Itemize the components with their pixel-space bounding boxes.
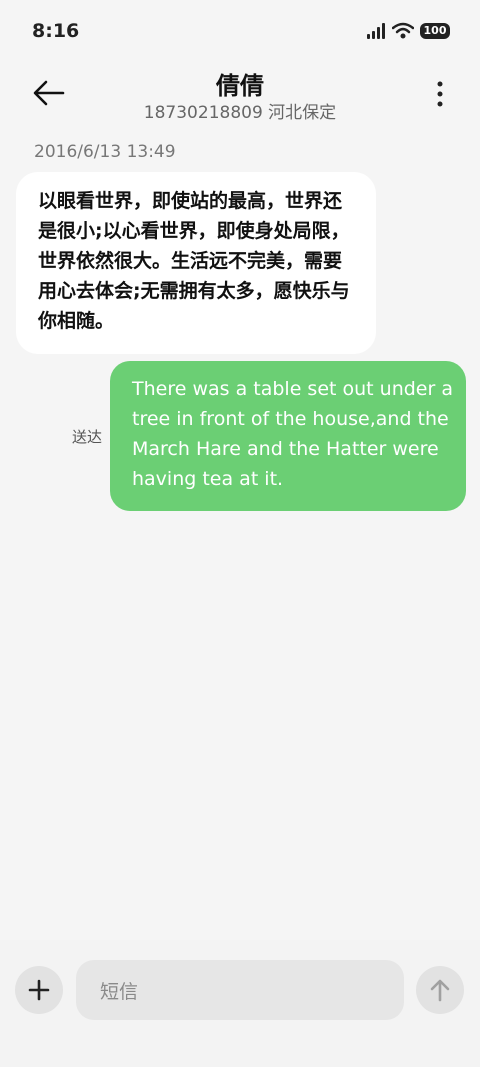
message-input-placeholder: 短信 xyxy=(100,980,139,1003)
status-icons: 100 xyxy=(366,22,450,39)
signal-icon xyxy=(367,22,385,39)
add-attachment-button[interactable] xyxy=(15,966,63,1014)
send-arrow-icon xyxy=(430,979,450,1002)
wifi-icon xyxy=(392,22,414,39)
plus-icon xyxy=(28,979,50,1001)
send-button[interactable] xyxy=(416,966,464,1014)
more-button[interactable] xyxy=(430,74,450,114)
delivery-status: 送达 xyxy=(72,428,103,446)
message-timestamp: 2016/6/13 13:49 xyxy=(34,142,176,162)
contact-info: 18730218809 河北保定 xyxy=(143,103,337,123)
battery-level: 100 xyxy=(423,24,447,37)
conversation-header: 倩倩 18730218809 河北保定 xyxy=(0,60,480,130)
battery-icon: 100 xyxy=(420,22,450,39)
outgoing-message-bubble[interactable]: There was a table set out under a tree i… xyxy=(110,361,466,511)
contact-name: 倩倩 xyxy=(216,72,264,100)
status-time: 8:16 xyxy=(32,20,80,42)
message-input[interactable]: 短信 xyxy=(76,960,404,1020)
more-icon xyxy=(437,81,443,107)
incoming-message-bubble[interactable]: 以眼看世界，即使站的最高，世界还是很小;以心看世界，即使身处局限，世界依然很大。… xyxy=(16,172,376,354)
status-bar: 8:16 100 xyxy=(0,0,480,60)
